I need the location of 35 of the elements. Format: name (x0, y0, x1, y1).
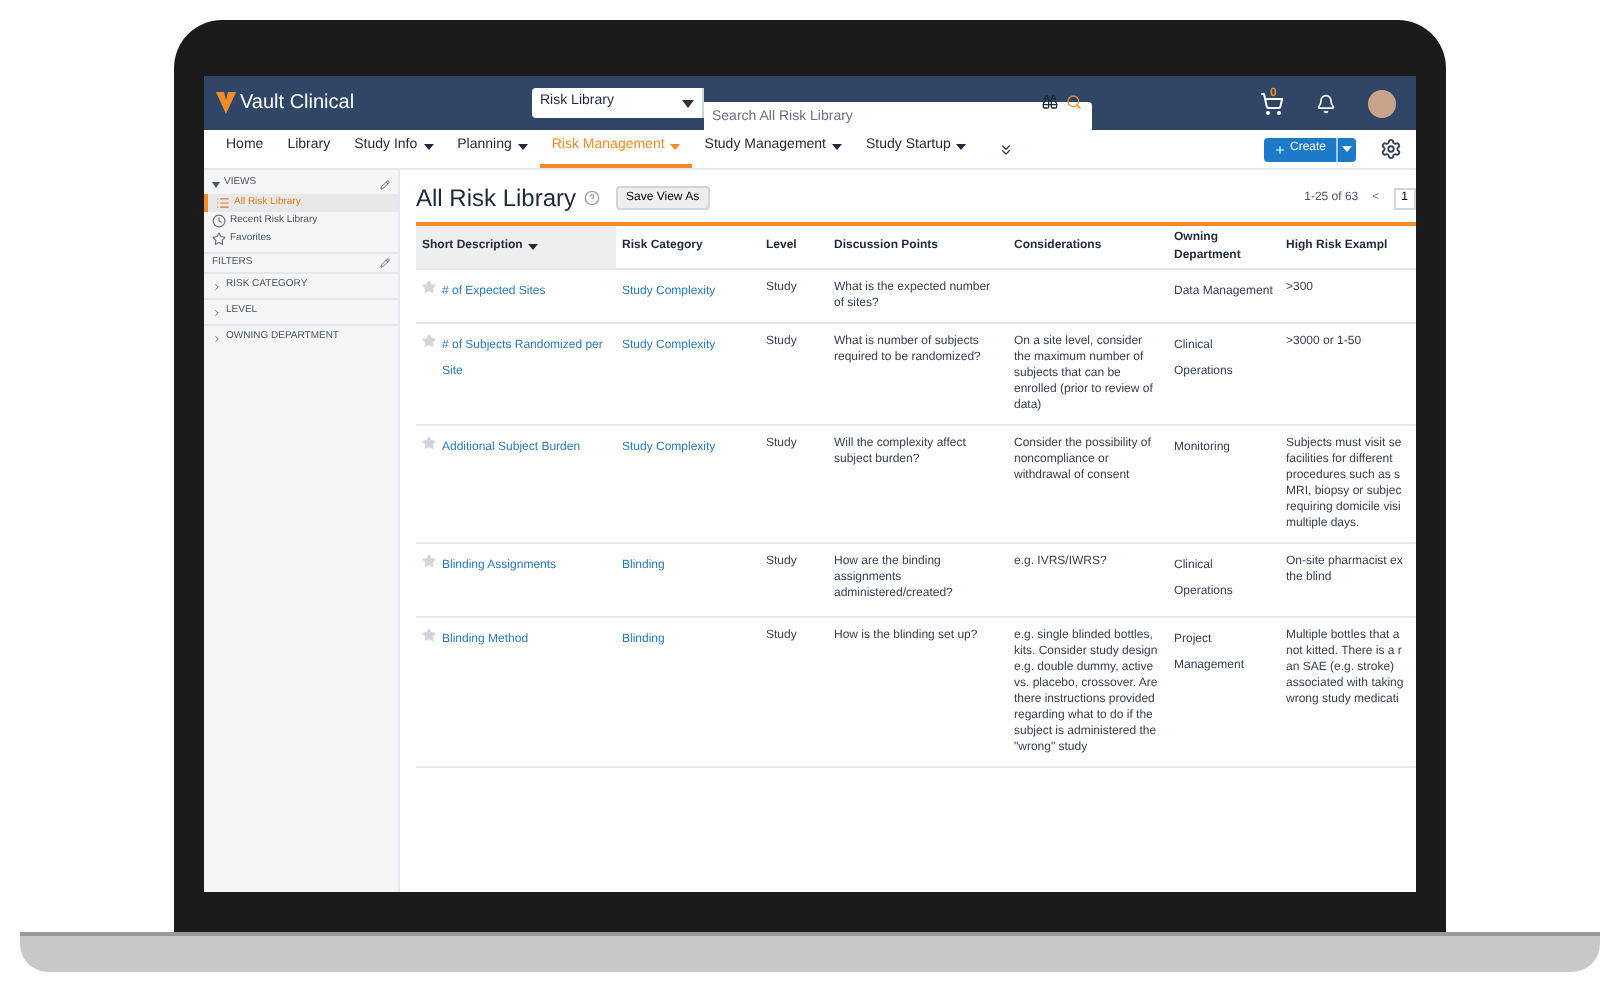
app-logo-text: Vault Clinical (240, 90, 355, 118)
more-icon[interactable] (998, 141, 1015, 157)
settings-icon[interactable] (1380, 138, 1402, 160)
sort-icon (528, 244, 539, 250)
bell-icon[interactable] (1316, 93, 1336, 113)
plus-icon (1273, 143, 1286, 155)
caret-icon (682, 99, 694, 107)
caret-icon (212, 181, 220, 187)
help-icon[interactable] (584, 190, 601, 206)
create-menu-button[interactable] (1336, 137, 1356, 161)
caret-icon (517, 144, 528, 150)
star-icon[interactable] (422, 628, 436, 642)
clock-icon (212, 214, 226, 228)
pencil-icon[interactable] (380, 258, 390, 268)
star-icon[interactable] (422, 334, 436, 348)
chevron-icon (212, 281, 222, 291)
chevron-icon (212, 307, 222, 317)
cart-icon[interactable] (1260, 91, 1284, 115)
star-icon (212, 232, 226, 246)
page-title: All Risk Library (416, 182, 577, 216)
caret-icon (956, 144, 967, 150)
caret-icon (670, 144, 681, 150)
caret-icon (832, 144, 842, 150)
caret-icon (1342, 146, 1352, 152)
star-icon[interactable] (422, 436, 436, 450)
logo-icon (216, 92, 236, 114)
pencil-icon[interactable] (380, 179, 390, 189)
search-icon[interactable] (1066, 94, 1082, 110)
star-icon[interactable] (422, 280, 436, 294)
list-icon (216, 196, 230, 210)
chevron-icon (212, 333, 222, 343)
binoculars-icon[interactable] (1042, 94, 1058, 110)
avatar[interactable] (1368, 89, 1396, 117)
caret-icon (423, 144, 434, 150)
star-icon[interactable] (422, 554, 436, 568)
